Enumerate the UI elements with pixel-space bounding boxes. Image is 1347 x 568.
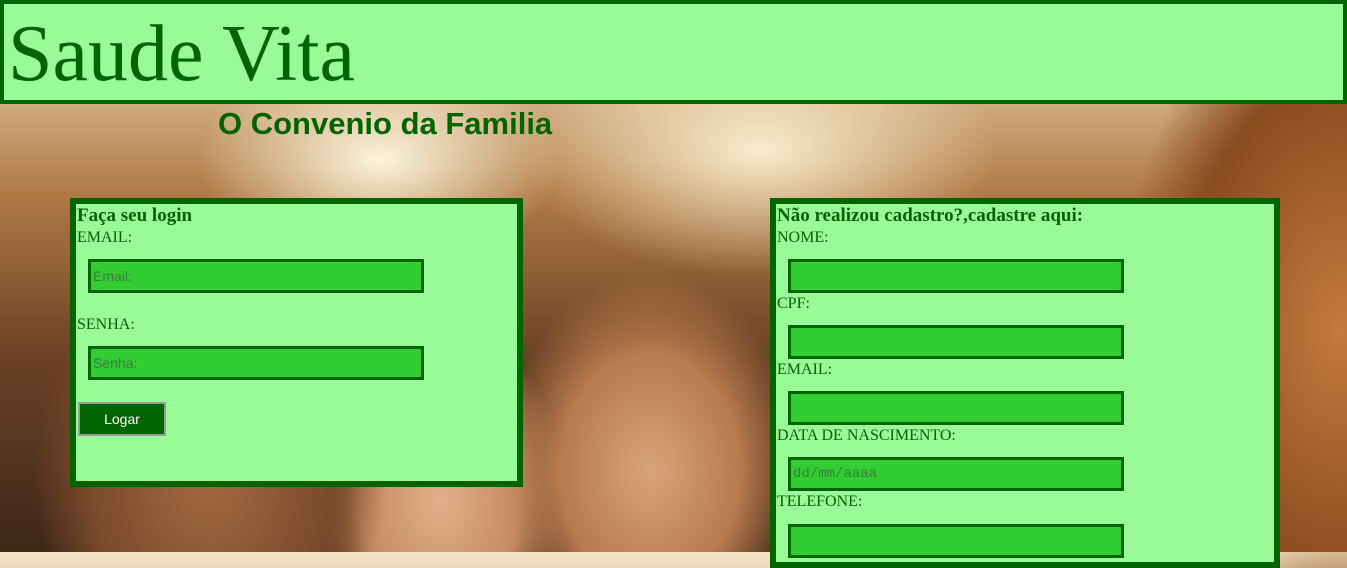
login-button[interactable]: Logar xyxy=(78,402,166,436)
register-phone-input[interactable] xyxy=(788,524,1124,558)
register-name-input[interactable] xyxy=(788,259,1124,293)
site-subtitle: O Convenio da Familia xyxy=(218,106,553,141)
site-title: Saude Vita xyxy=(8,10,355,98)
login-password-label: SENHA: xyxy=(77,316,135,333)
register-cpf-label: CPF: xyxy=(777,295,810,312)
login-heading: Faça seu login xyxy=(77,205,193,226)
login-password-input[interactable] xyxy=(88,346,424,380)
register-email-input[interactable] xyxy=(788,391,1124,425)
register-cpf-input[interactable] xyxy=(788,325,1124,359)
register-heading: Não realizou cadastro?,cadastre aqui: xyxy=(777,205,1084,226)
login-panel: Faça seu login EMAIL: SENHA: Logar xyxy=(70,198,523,487)
register-email-label: EMAIL: xyxy=(777,361,833,378)
register-name-label: NOME: xyxy=(777,229,829,246)
register-panel: Não realizou cadastro?,cadastre aqui: NO… xyxy=(770,198,1280,568)
page: { "header": { "title": "Saude Vita" }, "… xyxy=(0,0,1347,568)
login-email-input[interactable] xyxy=(88,259,424,293)
register-birthdate-input[interactable] xyxy=(788,457,1124,491)
site-header: Saude Vita xyxy=(0,0,1347,104)
login-email-label: EMAIL: xyxy=(77,229,133,246)
register-phone-label: TELEFONE: xyxy=(777,493,863,510)
register-birthdate-label: DATA DE NASCIMENTO: xyxy=(777,427,956,444)
